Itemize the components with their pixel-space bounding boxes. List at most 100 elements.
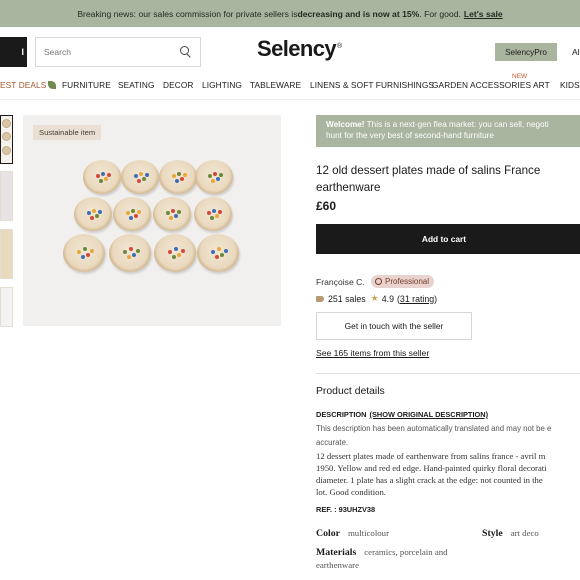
flower-dot: [132, 253, 137, 257]
description-line: lot. Good condition.: [316, 487, 386, 497]
flower-dot: [82, 247, 87, 252]
flower-dot: [208, 174, 212, 178]
description-line: 12 dessert plates made of earthenware fr…: [316, 451, 546, 461]
sustainable-badge: Sustainable item: [33, 125, 102, 140]
flower-dot: [135, 248, 140, 253]
nav-item-tableware[interactable]: TABLEWARE: [250, 80, 301, 90]
flower-dot: [137, 179, 141, 183]
product-title: 12 old dessert plates made of salins Fra…: [316, 164, 541, 194]
search-bar[interactable]: [35, 37, 201, 67]
description-heading: DESCRIPTION (SHOW ORIGINAL DESCRIPTION): [316, 410, 488, 419]
plate-image: [74, 197, 112, 231]
flower-dot: [134, 214, 138, 218]
banner-text-suffix: . For good.: [419, 8, 461, 19]
rating-count-link[interactable]: 31 rating: [400, 294, 434, 304]
add-to-cart-button[interactable]: Add to cart: [316, 224, 580, 254]
flower-dot: [101, 172, 105, 176]
gallery-thumbnail[interactable]: [0, 171, 13, 221]
flower-dot: [89, 248, 94, 253]
gallery-thumbnail[interactable]: [0, 115, 13, 164]
announcement-banner: Breaking news: our sales commission for …: [0, 0, 580, 27]
flower-dot: [107, 173, 111, 177]
nav-item-furniture[interactable]: FURNITURE: [62, 80, 111, 90]
description-text: 12 dessert plates made of earthenware fr…: [316, 450, 580, 498]
logo-registered-mark: ®: [336, 42, 342, 50]
nav-item-best-deals[interactable]: EST DEALS: [0, 80, 57, 90]
header-right-cut-text[interactable]: Al: [572, 47, 580, 57]
plate-image: [83, 160, 121, 194]
plate-image: [194, 197, 232, 231]
plate-image: [109, 234, 151, 272]
seller-rating: 4.9: [381, 293, 394, 304]
product-reference: REF. : 93UHZV38: [316, 505, 376, 514]
welcome-banner: Welcome! This is a next-gen flea market:…: [316, 115, 580, 147]
flower-dot: [169, 216, 173, 220]
plate-image: [153, 197, 191, 231]
search-input[interactable]: [44, 47, 180, 57]
flower-dot: [213, 172, 217, 176]
flower-dot: [92, 209, 96, 213]
product-price: £60: [316, 199, 337, 213]
flower-dot: [180, 248, 185, 253]
flower-dot: [220, 253, 225, 257]
flower-dot: [129, 216, 133, 220]
flower-dot: [173, 247, 178, 252]
flower-dot: [104, 177, 108, 181]
spec-color-label: Color: [316, 528, 340, 539]
banner-text-prefix: Breaking news: our sales commission for …: [77, 8, 298, 19]
flower-dot: [210, 216, 214, 220]
flower-dot: [80, 255, 85, 260]
flower-dot: [139, 172, 143, 176]
nav-item-lighting[interactable]: LIGHTING: [202, 80, 242, 90]
rating-close-paren: ): [434, 293, 438, 304]
flower-dot: [168, 249, 173, 254]
flower-dot: [145, 173, 149, 177]
logo-text: Selency: [257, 36, 337, 61]
search-icon[interactable]: [180, 46, 192, 58]
plate-image: [154, 234, 196, 272]
professional-badge: Professional: [371, 275, 435, 288]
flower-dot: [96, 174, 100, 178]
flower-dot: [95, 214, 99, 218]
nav-item-seating[interactable]: SEATING: [118, 80, 155, 90]
plate-image: [121, 160, 159, 194]
flower-dot: [86, 253, 91, 257]
spec-style-value: art deco: [510, 528, 539, 538]
flower-dot: [174, 214, 178, 218]
selency-logo[interactable]: Selency®: [257, 36, 342, 62]
gallery-thumbnail[interactable]: [0, 229, 13, 279]
header-cut-button[interactable]: l: [0, 37, 27, 67]
plate-image: [195, 160, 233, 194]
nav-item-kids[interactable]: KIDS: [560, 80, 580, 90]
flower-dot: [126, 255, 131, 260]
flower-dot: [77, 249, 82, 254]
selencypro-button[interactable]: SelencyPro: [495, 43, 557, 61]
nav-item-decor[interactable]: DECOR: [163, 80, 193, 90]
nav-item-art[interactable]: ART: [533, 80, 550, 90]
plate-image: [113, 197, 151, 231]
seller-stats: 251 sales ★ 4.9 (31 rating): [316, 293, 437, 304]
translation-note-line: accurate.: [316, 438, 349, 447]
spec-materials-value-2: earthenware: [316, 560, 359, 570]
description-line: diameter. 1 plate has a slight crack at …: [316, 475, 543, 485]
nav-item-linens[interactable]: LINENS & SOFT FURNISHINGS: [310, 80, 434, 90]
translation-note-line: This description has been automatically …: [316, 424, 552, 433]
flower-dot: [216, 247, 221, 252]
product-details-title: Product details: [316, 386, 385, 397]
flower-dot: [207, 211, 211, 215]
see-seller-items-link[interactable]: See 165 items from this seller: [316, 348, 429, 358]
banner-link[interactable]: Let's sale: [464, 9, 503, 19]
flower-dot: [98, 210, 102, 214]
show-original-description-link[interactable]: (SHOW ORIGINAL DESCRIPTION): [370, 410, 489, 419]
seller-name[interactable]: Françoise C.: [316, 277, 365, 287]
nav-item-garden-accessories[interactable]: GARDEN ACCESSORIES: [432, 80, 531, 90]
gallery-thumbnail[interactable]: [0, 287, 13, 327]
section-divider: [316, 373, 580, 374]
nav-item-label: EST DEALS: [0, 80, 47, 90]
welcome-line-1: This is a next-gen flea market: you can …: [364, 120, 549, 129]
professional-label: Professional: [385, 277, 430, 286]
contact-seller-button[interactable]: Get in touch with the seller: [316, 312, 472, 340]
flower-dot: [137, 210, 141, 214]
flower-dot: [171, 209, 175, 213]
product-photo[interactable]: [23, 115, 281, 326]
